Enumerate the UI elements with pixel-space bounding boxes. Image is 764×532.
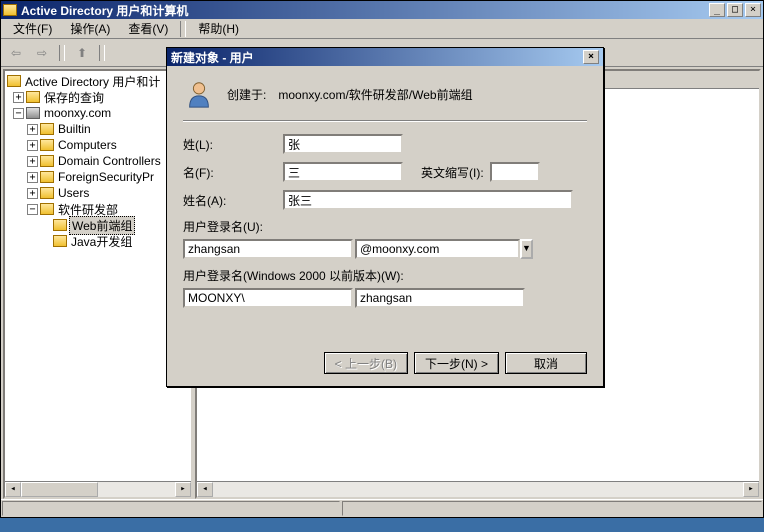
create-in-label: 创建于: xyxy=(227,86,266,103)
fullname-label: 姓名(A): xyxy=(183,192,283,209)
maximize-button[interactable]: □ xyxy=(727,3,743,17)
scroll-left-button[interactable]: ◂ xyxy=(5,482,21,497)
pre2k-domain-input xyxy=(183,288,353,308)
folder-icon xyxy=(40,123,54,135)
folder-icon xyxy=(26,91,40,103)
tree-domain[interactable]: − moonxy.com xyxy=(7,105,189,121)
tree-pane[interactable]: Active Directory 用户和计 + 保存的查询 − moonxy.c… xyxy=(3,69,193,499)
expander-icon[interactable]: + xyxy=(27,156,38,167)
statusbar xyxy=(1,499,763,517)
tree-fsp-label: ForeignSecurityPr xyxy=(56,170,156,184)
new-user-dialog: 新建对象 - 用户 × 创建于: moonxy.com/软件研发部/Web前端组… xyxy=(166,47,604,387)
tree-dcs[interactable]: + Domain Controllers xyxy=(7,153,189,169)
close-button[interactable]: × xyxy=(745,3,761,17)
tree-fsp[interactable]: + ForeignSecurityPr xyxy=(7,169,189,185)
tree-dcs-label: Domain Controllers xyxy=(56,154,163,168)
given-input[interactable] xyxy=(283,162,403,182)
tree-java-team-label: Java开发组 xyxy=(69,233,134,250)
login-input[interactable] xyxy=(183,239,353,259)
main-titlebar: Active Directory 用户和计算机 _ □ × xyxy=(1,1,763,19)
expander-icon[interactable]: + xyxy=(27,188,38,199)
expander-icon[interactable]: + xyxy=(13,92,24,103)
app-icon xyxy=(3,4,17,16)
tree-root[interactable]: Active Directory 用户和计 xyxy=(7,73,189,89)
menubar: 文件(F) 操作(A) 查看(V) 帮助(H) xyxy=(1,19,763,39)
tree-java-team[interactable]: Java开发组 xyxy=(7,233,189,249)
surname-input[interactable] xyxy=(283,134,403,154)
domain-icon xyxy=(26,107,40,119)
tree-saved-queries[interactable]: + 保存的查询 xyxy=(7,89,189,105)
expander-icon[interactable]: + xyxy=(27,140,38,151)
login-pre2k-label: 用户登录名(Windows 2000 以前版本)(W): xyxy=(183,267,587,284)
folder-icon xyxy=(40,171,54,183)
dialog-title: 新建对象 - 用户 xyxy=(171,49,254,66)
main-title: Active Directory 用户和计算机 xyxy=(21,2,188,19)
initials-input[interactable] xyxy=(490,162,540,182)
ou-icon xyxy=(53,219,67,231)
login-label: 用户登录名(U): xyxy=(183,218,587,235)
domain-suffix-select[interactable]: ▼ xyxy=(355,239,525,259)
expander-icon[interactable]: + xyxy=(27,124,38,135)
status-cell xyxy=(342,501,762,516)
folder-icon xyxy=(40,187,54,199)
menu-file[interactable]: 文件(F) xyxy=(5,18,60,39)
cancel-button[interactable]: 取消 xyxy=(505,352,587,374)
pre2k-login-input[interactable] xyxy=(355,288,525,308)
dialog-titlebar: 新建对象 - 用户 × xyxy=(167,48,603,66)
tree-root-label: Active Directory 用户和计 xyxy=(23,73,162,90)
domain-suffix-value xyxy=(355,239,520,259)
scroll-thumb[interactable] xyxy=(21,482,98,497)
create-in-path: moonxy.com/软件研发部/Web前端组 xyxy=(278,86,472,103)
tree-domain-label: moonxy.com xyxy=(42,106,113,120)
tree-users-label: Users xyxy=(56,186,91,200)
given-label: 名(F): xyxy=(183,164,283,181)
dialog-close-button[interactable]: × xyxy=(583,50,599,64)
tree-computers[interactable]: + Computers xyxy=(7,137,189,153)
tool-back[interactable]: ⇦ xyxy=(5,42,27,64)
back-button: < 上一步(B) xyxy=(324,352,408,374)
folder-icon xyxy=(40,139,54,151)
expander-icon[interactable]: + xyxy=(27,172,38,183)
tree-saved-queries-label: 保存的查询 xyxy=(42,89,106,106)
tool-up[interactable]: ⬆ xyxy=(71,42,93,64)
ou-icon xyxy=(40,203,54,215)
scroll-right-button[interactable]: ▸ xyxy=(743,482,759,497)
menu-view[interactable]: 查看(V) xyxy=(120,18,176,39)
initials-label: 英文缩写(I): xyxy=(421,164,484,181)
status-cell xyxy=(2,501,340,516)
expander-icon[interactable]: − xyxy=(27,204,38,215)
scroll-left-button[interactable]: ◂ xyxy=(197,482,213,497)
divider xyxy=(183,120,587,122)
surname-label: 姓(L): xyxy=(183,136,283,153)
menu-action[interactable]: 操作(A) xyxy=(62,18,118,39)
tree-web-team[interactable]: Web前端组 xyxy=(7,217,189,233)
fullname-input[interactable] xyxy=(283,190,573,210)
toolbar-separator xyxy=(59,45,65,61)
tree-scrollbar-h[interactable]: ◂ ▸ xyxy=(5,481,191,497)
folder-icon xyxy=(40,155,54,167)
list-scrollbar-h[interactable]: ◂ ▸ xyxy=(197,481,759,497)
tool-forward[interactable]: ⇨ xyxy=(31,42,53,64)
ou-icon xyxy=(53,235,67,247)
chevron-down-icon[interactable]: ▼ xyxy=(520,239,533,259)
toolbar-separator-2 xyxy=(99,45,105,61)
tree-builtin[interactable]: + Builtin xyxy=(7,121,189,137)
tree-computers-label: Computers xyxy=(56,138,119,152)
menu-separator xyxy=(180,21,186,37)
tree-builtin-label: Builtin xyxy=(56,122,93,136)
next-button[interactable]: 下一步(N) > xyxy=(414,352,499,374)
user-icon xyxy=(183,78,215,110)
menu-help[interactable]: 帮助(H) xyxy=(190,18,247,39)
minimize-button[interactable]: _ xyxy=(709,3,725,17)
scroll-right-button[interactable]: ▸ xyxy=(175,482,191,497)
tree-users[interactable]: + Users xyxy=(7,185,189,201)
expander-icon[interactable]: − xyxy=(13,108,24,119)
folder-icon xyxy=(7,75,21,87)
